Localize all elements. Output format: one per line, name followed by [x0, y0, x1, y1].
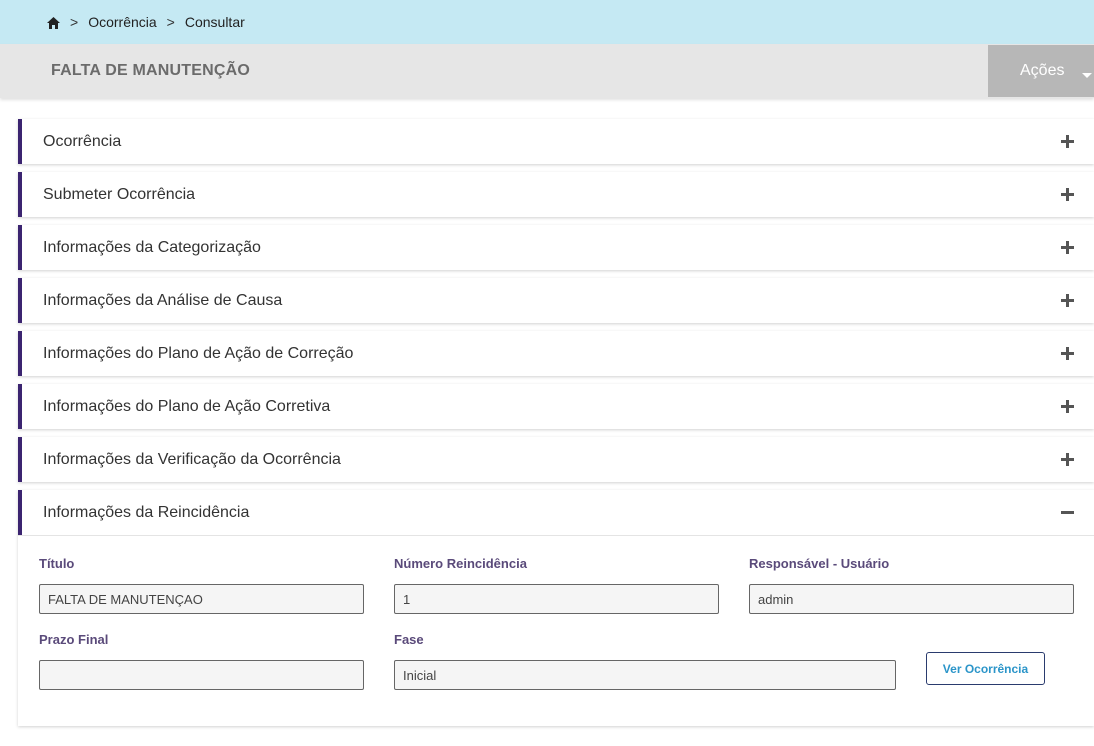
panel-header[interactable]: Informações da Categorização	[22, 225, 1094, 270]
breadcrumb-separator: >	[70, 14, 79, 30]
breadcrumb-item-ocorrencia[interactable]: Ocorrência	[88, 14, 156, 30]
panel-analise-causa: Informações da Análise de Causa	[18, 278, 1094, 323]
panel-ocorrencia: Ocorrência	[18, 119, 1094, 164]
plus-icon[interactable]	[1061, 241, 1074, 254]
panel-header[interactable]: Submeter Ocorrência	[22, 172, 1094, 217]
page-header: FALTA DE MANUTENÇÃO Ações	[0, 44, 1094, 98]
plus-icon[interactable]	[1061, 400, 1074, 413]
panel-title: Informações da Análise de Causa	[43, 291, 283, 309]
panel-title: Submeter Ocorrência	[43, 185, 196, 203]
actions-button[interactable]: Ações	[988, 45, 1094, 97]
responsavel-field[interactable]: admin	[749, 584, 1074, 614]
panel-title: Informações da Reincidência	[43, 503, 250, 521]
fase-field[interactable]: Inicial	[394, 660, 896, 690]
numero-reincidencia-field[interactable]: 1	[394, 584, 719, 614]
panel-title: Ocorrência	[43, 132, 122, 150]
accordion: Ocorrência Submeter Ocorrência Informaçõ…	[18, 119, 1094, 726]
panel-verificacao: Informações da Verificação da Ocorrência	[18, 437, 1094, 482]
panel-submeter-ocorrencia: Submeter Ocorrência	[18, 172, 1094, 217]
responsavel-label: Responsável - Usuário	[749, 556, 890, 571]
breadcrumb-separator: >	[166, 14, 175, 30]
panel-header[interactable]: Informações da Reincidência	[22, 490, 1094, 535]
panel-header[interactable]: Informações da Análise de Causa	[22, 278, 1094, 323]
panel-body-reincidencia: Título FALTA DE MANUTENÇAO Número Reinci…	[18, 535, 1094, 726]
panel-title: Informações do Plano de Ação Corretiva	[43, 397, 331, 415]
panel-header[interactable]: Ocorrência	[22, 119, 1094, 164]
plus-icon[interactable]	[1061, 347, 1074, 360]
panel-title: Informações da Categorização	[43, 238, 261, 256]
plus-icon[interactable]	[1061, 135, 1074, 148]
breadcrumb: > Ocorrência > Consultar	[0, 0, 1094, 44]
plus-icon[interactable]	[1061, 188, 1074, 201]
titulo-label: Título	[39, 556, 75, 571]
caret-down-icon	[1082, 73, 1092, 78]
plus-icon[interactable]	[1061, 453, 1074, 466]
home-icon[interactable]	[47, 16, 60, 29]
fase-label: Fase	[394, 632, 424, 647]
panel-plano-corretiva: Informações do Plano de Ação Corretiva	[18, 384, 1094, 429]
prazo-final-field[interactable]	[39, 660, 364, 690]
panel-plano-correcao: Informações do Plano de Ação de Correção	[18, 331, 1094, 376]
titulo-field[interactable]: FALTA DE MANUTENÇAO	[39, 584, 364, 614]
panel-title: Informações da Verificação da Ocorrência	[43, 450, 341, 468]
panel-title: Informações do Plano de Ação de Correção	[43, 344, 354, 362]
breadcrumb-item-consultar: Consultar	[184, 14, 245, 30]
panel-reincidencia: Informações da Reincidência Título FALTA…	[18, 490, 1094, 726]
actions-label: Ações	[1020, 62, 1065, 79]
page-title: FALTA DE MANUTENÇÃO	[51, 62, 251, 79]
plus-icon[interactable]	[1061, 294, 1074, 307]
panel-header[interactable]: Informações do Plano de Ação Corretiva	[22, 384, 1094, 429]
minus-icon[interactable]	[1061, 506, 1074, 519]
ver-ocorrencia-button[interactable]: Ver Ocorrência	[926, 652, 1045, 685]
panel-categorizacao: Informações da Categorização	[18, 225, 1094, 270]
panel-header[interactable]: Informações da Verificação da Ocorrência	[22, 437, 1094, 482]
panel-header[interactable]: Informações do Plano de Ação de Correção	[22, 331, 1094, 376]
numero-reincidencia-label: Número Reincidência	[394, 556, 527, 571]
prazo-final-label: Prazo Final	[39, 632, 109, 647]
